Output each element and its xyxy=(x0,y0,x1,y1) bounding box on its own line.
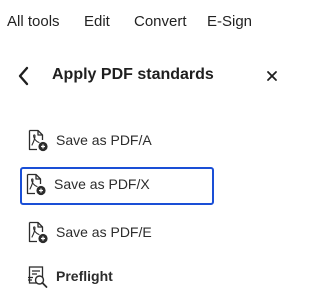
pdf-standard-icon xyxy=(27,129,49,153)
back-button[interactable] xyxy=(12,63,36,89)
panel-header: Apply PDF standards xyxy=(0,58,293,94)
menu-edit[interactable]: Edit xyxy=(84,13,110,30)
tool-save-as-pdf-e[interactable]: Save as PDF/E xyxy=(22,215,212,249)
tool-label: Save as PDF/E xyxy=(56,224,152,240)
close-icon xyxy=(267,71,277,81)
menu-convert[interactable]: Convert xyxy=(134,13,187,30)
pdf-standard-icon xyxy=(25,173,47,197)
tool-label: Save as PDF/A xyxy=(56,132,152,148)
pdf-standard-icon xyxy=(27,221,49,245)
preflight-icon xyxy=(27,265,49,289)
panel-title: Apply PDF standards xyxy=(52,66,214,83)
tool-label: Save as PDF/X xyxy=(54,176,150,192)
menu-all-tools[interactable]: All tools xyxy=(7,13,60,30)
tool-save-as-pdf-x[interactable]: Save as PDF/X xyxy=(20,167,214,205)
top-menubar: All tools Edit Convert E-Sign xyxy=(0,0,293,44)
chevron-left-icon xyxy=(18,66,29,86)
menu-e-sign[interactable]: E-Sign xyxy=(207,13,252,30)
tool-preflight[interactable]: Preflight xyxy=(22,259,212,293)
tool-save-as-pdf-a[interactable]: Save as PDF/A xyxy=(22,123,212,157)
close-button[interactable] xyxy=(261,65,283,87)
tool-label: Preflight xyxy=(56,268,113,284)
